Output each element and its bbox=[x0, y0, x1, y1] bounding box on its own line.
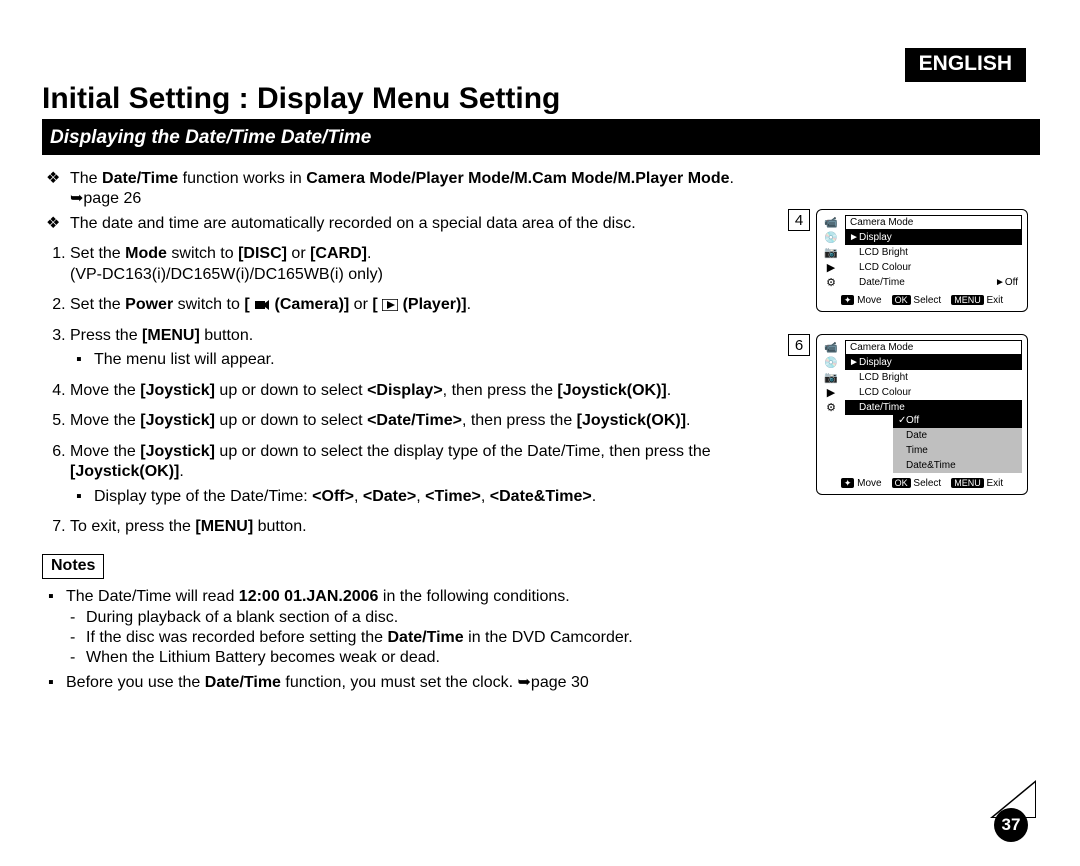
page-number: 37 bbox=[994, 808, 1028, 842]
disc-icon: 💿 bbox=[824, 358, 838, 369]
step-item: Set the Power switch to [ (Camera)] or [… bbox=[70, 295, 778, 315]
note-item: The Date/Time will read 12:00 01.JAN.200… bbox=[66, 587, 778, 669]
step-item: To exit, press the [MENU] button. bbox=[70, 517, 778, 537]
figure-number: 6 bbox=[788, 334, 810, 356]
camera-icon: 📷 bbox=[824, 248, 838, 259]
intro-item: The date and time are automatically reco… bbox=[70, 214, 778, 234]
intro-item: The Date/Time function works in Camera M… bbox=[70, 169, 778, 210]
figure-4: 4 📹 💿 📷 ▶ ⚙ Camera Mode ►Display LCD Bri… bbox=[788, 209, 1040, 312]
page-title: Initial Setting : Display Menu Setting bbox=[42, 82, 1040, 123]
language-tag: ENGLISH bbox=[905, 48, 1026, 82]
lcd-menu-item: LCD Bright bbox=[845, 245, 1022, 260]
lcd-submenu-item: ✓Off bbox=[893, 413, 1022, 428]
section-heading: Displaying the Date/Time Date/Time bbox=[42, 123, 1040, 155]
note-item: Before you use the Date/Time function, y… bbox=[66, 673, 778, 693]
lcd-menu-item: LCD Colour bbox=[845, 260, 1022, 275]
lcd-menu-item: LCD Colour bbox=[845, 385, 1022, 400]
step-item: Press the [MENU] button.The menu list wi… bbox=[70, 326, 778, 371]
note-sub-item: During playback of a blank section of a … bbox=[86, 608, 778, 628]
lcd-section-row: ►Display bbox=[845, 230, 1022, 245]
figure-6: 6 📹 💿 📷 ▶ ⚙ Camera Mode ►Display LCD Bri… bbox=[788, 334, 1040, 495]
lcd-submenu-item: Time bbox=[893, 443, 1022, 458]
lcd-section-row: ►Display bbox=[845, 355, 1022, 370]
lcd-submenu-item: Date&Time bbox=[893, 458, 1022, 473]
step-item: Move the [Joystick] up or down to select… bbox=[70, 411, 778, 431]
step-item: Set the Mode switch to [DISC] or [CARD].… bbox=[70, 244, 778, 285]
camcorder-icon: 📹 bbox=[824, 343, 838, 354]
play-icon: ▶ bbox=[827, 388, 835, 399]
lcd-mode-title: Camera Mode bbox=[845, 340, 1022, 355]
step-item: Move the [Joystick] up or down to select… bbox=[70, 381, 778, 401]
disc-icon: 💿 bbox=[824, 233, 838, 244]
play-icon: ▶ bbox=[827, 263, 835, 274]
lcd-menu-item: LCD Bright bbox=[845, 370, 1022, 385]
step-item: Move the [Joystick] up or down to select… bbox=[70, 442, 778, 507]
figure-number: 4 bbox=[788, 209, 810, 231]
step-sub-item: The menu list will appear. bbox=[94, 350, 778, 370]
gear-icon: ⚙ bbox=[826, 403, 836, 414]
camcorder-icon: 📹 bbox=[824, 218, 838, 229]
note-sub-item: When the Lithium Battery becomes weak or… bbox=[86, 648, 778, 668]
lcd-menu-item: Date/Time►Off bbox=[845, 275, 1022, 290]
lcd-screen: 📹 💿 📷 ▶ ⚙ Camera Mode ►Display LCD Brigh… bbox=[816, 209, 1028, 312]
step-sub-item: Display type of the Date/Time: <Off>, <D… bbox=[94, 487, 778, 507]
lcd-screen: 📹 💿 📷 ▶ ⚙ Camera Mode ►Display LCD Brigh… bbox=[816, 334, 1028, 495]
lcd-footer: ✦ Move OK Select MENU Exit bbox=[822, 478, 1022, 489]
camera-icon: 📷 bbox=[824, 373, 838, 384]
lcd-submenu-item: Date bbox=[893, 428, 1022, 443]
notes-heading: Notes bbox=[42, 554, 104, 579]
lcd-footer: ✦ Move OK Select MENU Exit bbox=[822, 295, 1022, 306]
body-text: The Date/Time function works in Camera M… bbox=[42, 163, 788, 697]
lcd-mode-title: Camera Mode bbox=[845, 215, 1022, 230]
gear-icon: ⚙ bbox=[826, 278, 836, 289]
mode-icon-column: 📹 💿 📷 ▶ ⚙ bbox=[822, 340, 840, 473]
note-sub-item: If the disc was recorded before setting … bbox=[86, 628, 778, 648]
mode-icon-column: 📹 💿 📷 ▶ ⚙ bbox=[822, 215, 840, 290]
